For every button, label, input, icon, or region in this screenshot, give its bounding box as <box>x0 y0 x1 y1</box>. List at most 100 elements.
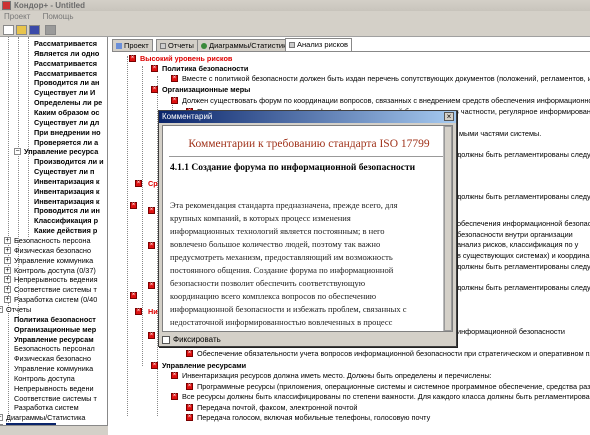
expand-icon[interactable]: + <box>4 296 11 304</box>
expand-icon[interactable]: + <box>4 256 11 264</box>
risk-tree-item[interactable]: Управление ресурсами <box>162 361 246 371</box>
risk-tree-item[interactable]: Политика безопасности <box>162 64 248 74</box>
tree-item[interactable]: При внедрении но <box>0 128 107 138</box>
risk-tree-item[interactable]: информационной безопасности <box>457 327 565 337</box>
tree-item[interactable]: −Отчеты <box>0 305 107 315</box>
tree-item[interactable]: Разработка систем <box>0 403 107 413</box>
tree-item[interactable]: Управление ресурсам <box>0 335 107 345</box>
tree-item[interactable]: − Управление ресурса <box>0 147 107 157</box>
tree-item[interactable]: + Соответствие системы т <box>0 285 107 295</box>
risk-tree-item[interactable]: Инвентаризация ресурсов должна иметь мес… <box>182 371 492 381</box>
print-icon[interactable] <box>45 25 56 35</box>
risk-tree-item[interactable]: должны быть регламентированы следующие <box>457 262 590 272</box>
tree-item[interactable]: Безопасность персонал <box>0 344 107 354</box>
risk-tree-item[interactable]: Программные ресурсы (приложения, операци… <box>197 382 590 392</box>
tree-item[interactable]: Является ли одно <box>0 49 107 59</box>
tree-horizontal-scrollbar[interactable] <box>0 425 108 435</box>
tab-reports[interactable]: Отчеты <box>156 39 198 51</box>
open-folder-icon[interactable] <box>16 25 27 35</box>
tree-connector-line <box>142 66 143 366</box>
menu-project[interactable]: Проект <box>4 12 30 21</box>
tree-item[interactable]: Проводится ли ин <box>0 206 107 216</box>
risk-tree-item[interactable]: должны быть регламентированы следующие <box>457 150 590 160</box>
tree-item[interactable]: + Контроль доступа (0/37) <box>0 265 107 276</box>
risk-tree-item[interactable]: обеспечения информационной безопасност <box>457 219 590 229</box>
tree-item[interactable]: Непрерывность ведени <box>0 384 107 394</box>
tree-item[interactable]: + Безопасность персона <box>0 236 107 246</box>
expand-icon[interactable]: + <box>0 414 3 422</box>
tree-item-label: Инвентаризация к <box>34 186 100 196</box>
risk-tree-item[interactable]: Должен существовать форум по координации… <box>182 96 590 106</box>
tree-item[interactable]: Инвентаризация к <box>0 177 107 187</box>
new-document-icon[interactable] <box>3 25 14 35</box>
tree-item[interactable]: Каким образом ос <box>0 108 107 118</box>
collapse-icon[interactable]: − <box>14 148 21 156</box>
risk-tree-item[interactable]: Организационные меры <box>162 85 250 95</box>
tree-item[interactable]: Рассматривается <box>0 39 107 49</box>
risk-tree-item[interactable]: Вместе с политикой безопасности должен б… <box>182 74 590 84</box>
tree-item[interactable]: Проверяется ли а <box>0 137 107 148</box>
project-tree[interactable]: Рассматривается Является ли одно Рассматри… <box>0 37 108 435</box>
tree-item[interactable]: Организационные мер <box>0 325 107 335</box>
tree-item[interactable]: Инвентаризация к <box>0 197 107 207</box>
tree-item[interactable]: Физическая безопасно <box>0 354 107 364</box>
tab-project[interactable]: Проект <box>112 39 153 51</box>
comment-scrollbar[interactable] <box>443 126 452 331</box>
risk-tree-item[interactable]: Передача почтой, факсом, электронной поч… <box>197 403 357 413</box>
tab-risk-analysis[interactable]: Анализ рисков <box>285 38 353 51</box>
tree-item[interactable]: Производится ли и <box>0 157 107 167</box>
collapse-icon[interactable]: − <box>0 305 3 313</box>
comment-body-line: предусмотреть механизм, предоставляющий … <box>170 252 393 262</box>
menu-help[interactable]: Помощь <box>43 12 74 21</box>
tree-item-label: Контроль доступа (0/37) <box>14 265 96 275</box>
scroll-thumb[interactable] <box>444 126 452 331</box>
tree-item[interactable]: Какие действия р <box>0 226 107 236</box>
risk-tree-item[interactable]: должны быть регламентированы следующие <box>457 283 590 293</box>
tree-item[interactable]: Определены ли ре <box>0 98 107 108</box>
risk-tree-item[interactable]: безопасности внутри организации <box>457 230 573 240</box>
risk-tree-item[interactable]: анализ рисков, классификация по у <box>457 240 578 250</box>
status-error-icon: × <box>151 362 158 369</box>
tree-item[interactable]: Существует ли дл <box>0 118 107 128</box>
tree-item[interactable]: Инвентаризация к <box>0 186 107 197</box>
risk-tree-item[interactable]: Высокий уровень рисков <box>140 54 232 64</box>
tree-item[interactable]: Существует ли И <box>0 88 107 98</box>
expand-icon[interactable]: + <box>4 237 11 244</box>
expand-icon[interactable]: + <box>4 246 11 254</box>
pin-checkbox[interactable] <box>162 335 170 344</box>
risk-tree-item[interactable]: в существующих системах) и координа <box>457 251 589 261</box>
tab-charts[interactable]: Диаграммы/Статистика <box>197 39 295 51</box>
expand-icon[interactable]: + <box>4 266 11 274</box>
close-icon[interactable]: × <box>444 112 454 121</box>
tree-item[interactable]: Соответствие системы т <box>0 394 107 404</box>
tree-item[interactable]: Проводится ли ан <box>0 78 107 88</box>
tree-item-label: Рассматривается <box>34 39 98 48</box>
risk-tree-item[interactable]: должны быть регламентированы следующие <box>457 192 590 202</box>
tree-item[interactable]: + Непрерывность ведения <box>0 275 107 285</box>
tree-item[interactable]: Политика безопасност <box>0 315 107 325</box>
dialog-titlebar[interactable]: Комментарий <box>159 111 456 123</box>
expand-icon[interactable]: + <box>4 286 11 294</box>
risk-tree-item[interactable]: Обеспечение обязательности учета вопросо… <box>197 349 590 359</box>
risk-tree-item[interactable]: мыми частями системы. <box>459 129 541 139</box>
comment-body-line: информационной безопасности и избежать п… <box>170 304 407 314</box>
risk-level-label[interactable]: Ср <box>148 179 158 189</box>
risk-level-label[interactable]: Ни <box>148 307 158 317</box>
tree-item[interactable]: Управление коммуника <box>0 364 107 374</box>
tree-item[interactable]: Существует ли п <box>0 167 107 177</box>
tree-item[interactable]: + Физическая безопасно <box>0 246 107 256</box>
tree-item[interactable]: Классификация р <box>0 216 107 226</box>
tree-item[interactable]: +Диаграммы/Статистика <box>0 413 107 423</box>
expand-icon[interactable]: + <box>4 276 11 284</box>
risk-tree-item[interactable]: Передача голосом, включая мобильные теле… <box>197 413 430 423</box>
tree-item[interactable]: + Управление коммуника <box>0 256 107 266</box>
risk-tree-item[interactable]: Все ресурсы должны быть классифицированы… <box>182 392 590 402</box>
tree-item[interactable]: Рассматривается <box>0 59 107 69</box>
save-disk-icon[interactable] <box>29 25 40 35</box>
tree-item[interactable]: Рассматривается <box>0 69 107 79</box>
pin-checkbox-row[interactable]: Фиксировать <box>162 334 221 345</box>
tree-connector-line <box>127 56 128 416</box>
tree-item[interactable]: + Разработка систем (0/40 <box>0 295 107 305</box>
tree-item-label: Проверяется ли а <box>34 137 99 147</box>
tree-item[interactable]: Контроль доступа <box>0 374 107 384</box>
